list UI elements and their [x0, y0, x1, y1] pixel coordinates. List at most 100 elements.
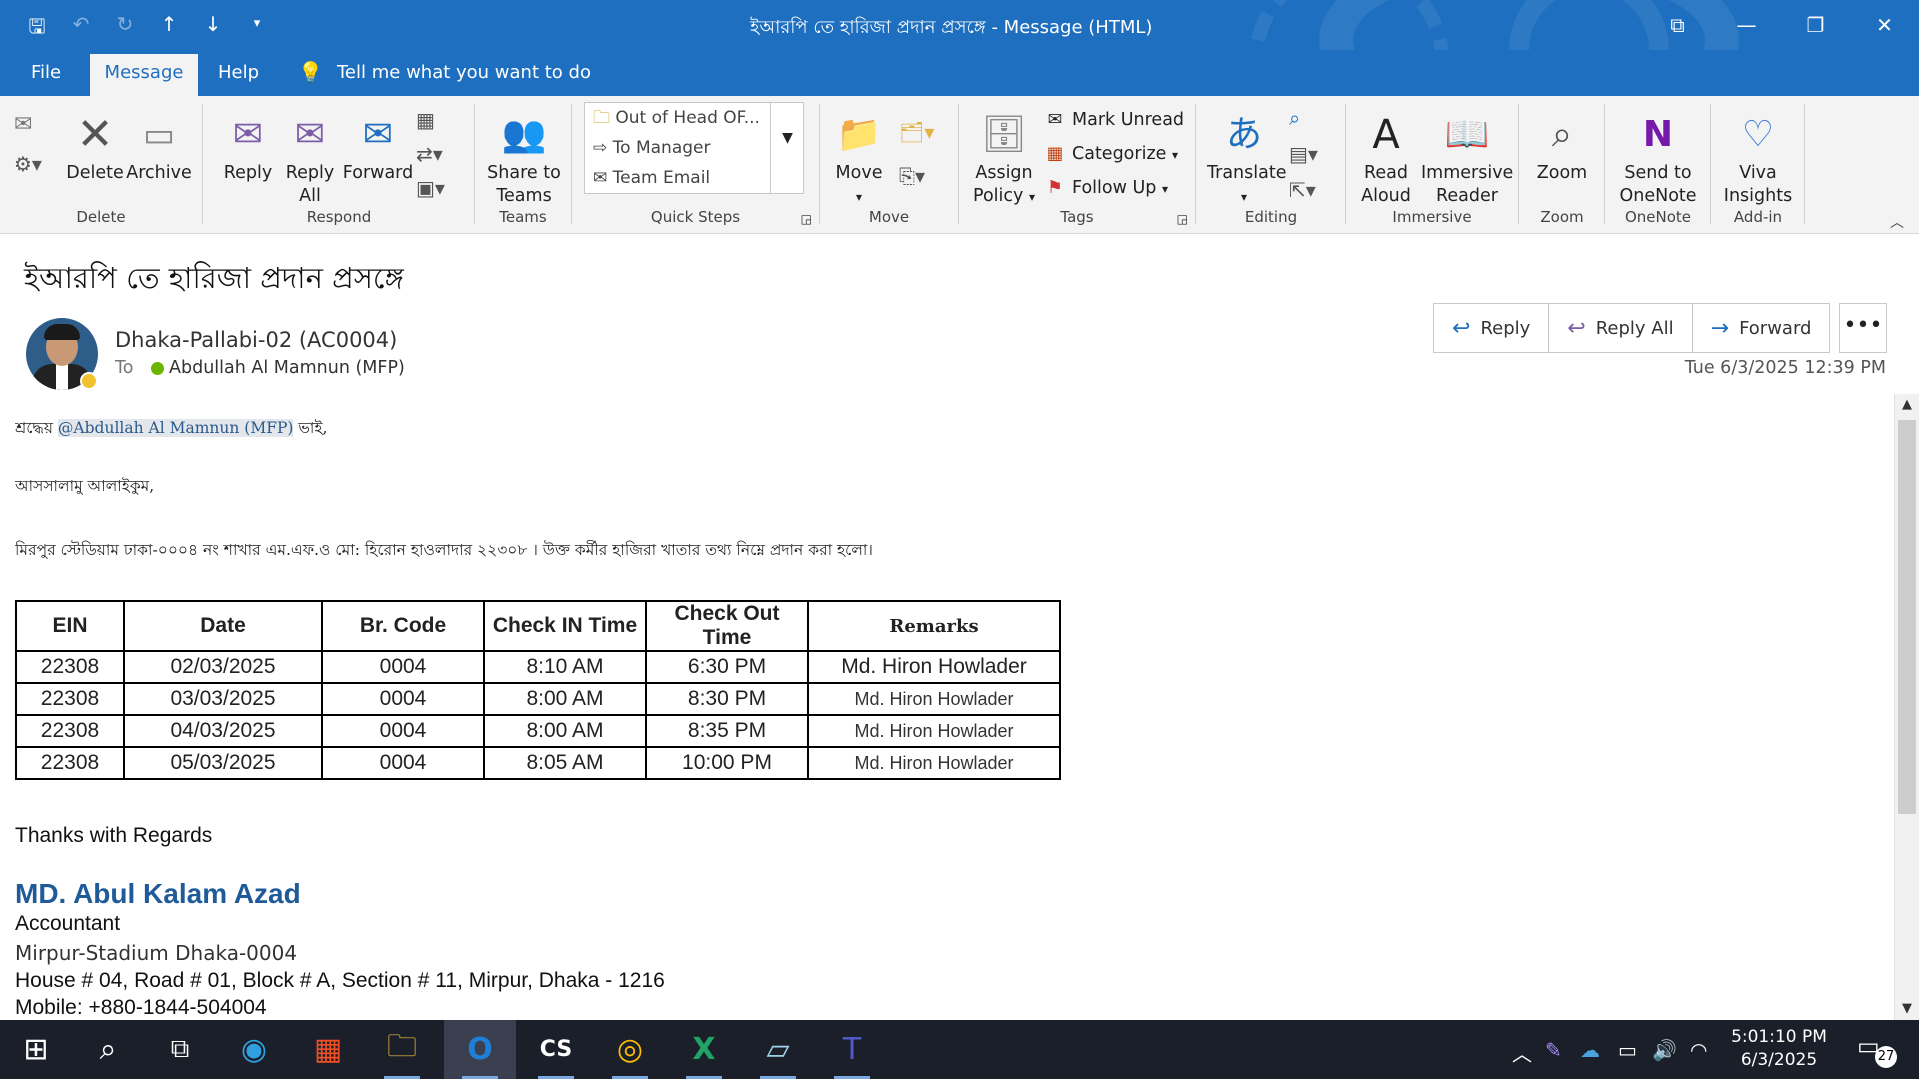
tab-help[interactable]: Help [218, 62, 259, 83]
forward-button[interactable]: ✉ Forward [342, 110, 414, 185]
task-view-icon[interactable]: ⧉ [144, 1020, 216, 1079]
title-decoration [1249, 0, 1449, 50]
maximize-button[interactable]: ❐ [1781, 0, 1850, 50]
tab-message[interactable]: Message [90, 54, 198, 96]
group-zoom: ⌕ Zoom Zoom [1520, 102, 1604, 230]
reply-all-button[interactable]: ↩ Reply All [1549, 304, 1693, 352]
show-hidden-icons-icon[interactable]: ︿ [1512, 1038, 1532, 1067]
group-label-editing: Editing [1244, 208, 1298, 226]
reply-icon: ✉ [232, 114, 264, 155]
vertical-scrollbar[interactable]: ▲ ▼ [1894, 394, 1919, 1020]
related-icon[interactable]: ▤▾ [1289, 142, 1318, 166]
notification-count: 27 [1875, 1046, 1897, 1068]
group-label-quick-steps: Quick Steps [650, 208, 741, 226]
dialog-launcher-icon[interactable]: ◲ [1177, 212, 1188, 226]
rules-icon[interactable]: 🗂▾ [899, 120, 934, 144]
more-respond-icon[interactable]: ⇄▾ [416, 142, 443, 166]
intro-line: মিরপুর স্টেডিয়াম ঢাকা-০০০৪ নং শাখার এম.… [15, 541, 873, 559]
undo-icon[interactable]: ↶ [70, 12, 92, 46]
find-icon[interactable]: ⌕ [1289, 106, 1300, 130]
signature-branch: Mirpur-Stadium Dhaka-0004 [15, 941, 298, 965]
group-teams: 👥 Share to Teams Teams [476, 102, 570, 230]
reply-button[interactable]: ↩ Reply [1434, 304, 1550, 352]
notification-center-icon[interactable]: ▭ 27 [1857, 1032, 1897, 1068]
battery-icon[interactable]: ▭ [1618, 1038, 1637, 1062]
read-aloud-button[interactable]: A Read Aloud [1353, 110, 1419, 208]
recipient-name[interactable]: Abdullah Al Mamnun (MFP) [169, 358, 405, 378]
mention-tag[interactable]: @Abdullah Al Mamnun (MFP) [57, 419, 294, 437]
notepad-icon[interactable]: ▱ [742, 1020, 814, 1079]
meeting-icon[interactable]: ▦ [416, 108, 435, 132]
archive-button[interactable]: ▭ Archive [126, 110, 192, 185]
cleanup-icon[interactable]: ⚙▾ [14, 152, 42, 176]
ignore-icon[interactable]: ✉ [14, 112, 32, 137]
store-icon[interactable]: ▦ [292, 1020, 364, 1079]
search-icon[interactable]: ⌕ [72, 1020, 144, 1079]
table-cell: 8:35 PM [645, 714, 809, 748]
sender-name[interactable]: Dhaka-Pallabi-02 (AC0004) [115, 328, 397, 352]
table-row: 22308 05/03/2025 0004 8:05 AM 10:00 PM M… [15, 746, 1061, 780]
save-icon[interactable]: 🖫 [26, 12, 48, 46]
close-button[interactable]: ✕ [1850, 0, 1919, 50]
scroll-down-arrow-icon[interactable]: ▼ [1895, 998, 1919, 1020]
select-icon[interactable]: ⇱▾ [1289, 178, 1316, 202]
categorize-button[interactable]: ▦ Categorize ▾ [1044, 144, 1178, 164]
excel-icon[interactable]: X [668, 1020, 740, 1079]
signature-title: Accountant [15, 912, 121, 935]
tell-me-search[interactable]: Tell me what you want to do [337, 62, 591, 83]
group-label-move: Move [868, 208, 910, 226]
wifi-icon[interactable]: ◠ [1690, 1038, 1707, 1062]
table-cell: 02/03/2025 [123, 650, 323, 684]
redo-icon[interactable]: ↻ [114, 12, 136, 46]
system-clock[interactable]: 5:01:10 PM 6/3/2025 [1724, 1026, 1834, 1072]
teams-icon: 👥 [501, 114, 547, 155]
scroll-up-arrow-icon[interactable]: ▲ [1895, 394, 1919, 416]
follow-up-button[interactable]: ⚑ Follow Up ▾ [1044, 178, 1168, 198]
edge-icon[interactable]: ◉ [218, 1020, 290, 1079]
move-button[interactable]: 📁 Move ▾ [829, 110, 889, 209]
scrollbar-thumb[interactable] [1898, 420, 1916, 814]
down-arrow-icon[interactable]: ↓ [202, 12, 224, 46]
dialog-launcher-icon[interactable]: ◲ [801, 212, 812, 226]
onenote-move-icon[interactable]: ⎘▾ [899, 164, 925, 188]
category-icon: ▦ [1046, 144, 1064, 164]
windows-start-icon[interactable]: ⊞ [0, 1020, 72, 1079]
chevron-down-icon: ▾ [1240, 190, 1248, 204]
tab-file[interactable]: File [31, 62, 61, 83]
immersive-reader-icon: 📖 [1444, 114, 1490, 155]
immersive-reader-button[interactable]: 📖 Immersive Reader [1421, 110, 1513, 208]
translate-button[interactable]: あ Translate ▾ [1207, 110, 1286, 209]
table-row: 22308 02/03/2025 0004 8:10 AM 6:30 PM Md… [15, 650, 1061, 684]
zoom-button[interactable]: ⌕ Zoom [1528, 110, 1596, 185]
delete-button[interactable]: ✕ Delete [66, 110, 124, 185]
mark-unread-button[interactable]: ✉ Mark Unread [1044, 110, 1184, 130]
minimize-button[interactable]: — [1712, 0, 1781, 50]
reply-all-icon: ✉ [294, 114, 326, 155]
send-to-onenote-button[interactable]: N Send to OneNote [1610, 110, 1706, 208]
reply-all-button[interactable]: ✉ Reply All [280, 110, 340, 208]
reply-button[interactable]: ✉ Reply [218, 110, 278, 185]
onedrive-icon[interactable]: ☁ [1580, 1038, 1600, 1062]
chevron-down-icon: ▾ [1171, 148, 1179, 162]
collapse-ribbon-icon[interactable]: ︿ [1890, 212, 1904, 232]
teams-taskbar-icon[interactable]: T [816, 1020, 888, 1079]
chrome-icon[interactable]: ◎ [594, 1020, 666, 1079]
pen-icon[interactable]: ✎ [1545, 1038, 1562, 1062]
column-header: Date [123, 600, 323, 652]
greeting-line: শ্রদ্ধেয় @Abdullah Al Mamnun (MFP) ভাই, [15, 419, 328, 437]
assign-policy-button[interactable]: 🗄 Assign Policy ▾ [972, 110, 1036, 209]
forward-button[interactable]: → Forward [1693, 304, 1830, 352]
attendance-table: EIN Date Br. Code Check IN Time Check Ou… [15, 600, 1061, 780]
file-explorer-icon[interactable]: 🗀 [366, 1020, 438, 1079]
more-actions-button[interactable]: ••• [1839, 303, 1887, 353]
share-to-teams-button[interactable]: 👥 Share to Teams [482, 110, 566, 208]
archive-icon: ▭ [142, 115, 176, 155]
up-arrow-icon[interactable]: ↑ [158, 12, 180, 46]
customize-toolbar-icon[interactable]: ▾ [246, 12, 268, 46]
outlook-icon[interactable]: O [444, 1020, 516, 1079]
im-icon[interactable]: ▣▾ [416, 176, 445, 200]
volume-icon[interactable]: 🔊 [1652, 1038, 1677, 1062]
restore-ribbon-icon[interactable]: ⧉ [1643, 0, 1712, 50]
cs-app-icon[interactable]: CS [520, 1020, 592, 1079]
viva-insights-button[interactable]: ♡ Viva Insights [1716, 110, 1800, 208]
